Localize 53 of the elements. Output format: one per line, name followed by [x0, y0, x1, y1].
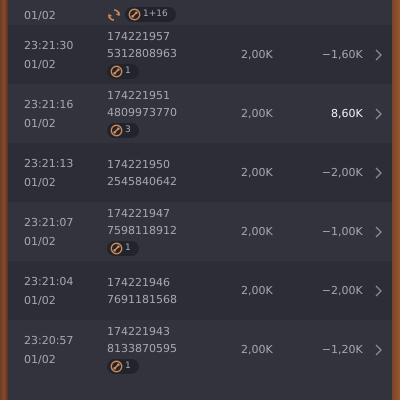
- time-text: 23:21:04: [24, 274, 74, 288]
- ticket-id: 4809973770: [107, 106, 177, 119]
- chevron-icon: [375, 284, 382, 296]
- chevron-icon: [375, 344, 382, 356]
- stake-amount: 2,00K: [241, 107, 273, 120]
- time-text: 23:21:07: [24, 216, 74, 228]
- count-badge: 1+16: [125, 7, 176, 22]
- date-text: 01/02: [24, 176, 56, 188]
- round-id: 174221946: [107, 276, 170, 288]
- stake-amount: 2,00K: [241, 48, 273, 61]
- stake-amount: 2,00K: [241, 166, 273, 179]
- round-id: 174221957: [107, 30, 170, 43]
- bet-row[interactable]: 23:21:07 01/02 174221947 7598118912 1 2,00K −1,00K: [8, 202, 392, 261]
- date-text: 01/02: [24, 234, 56, 248]
- chevron-icon: [375, 48, 382, 60]
- bet-row[interactable]: 01/02 1+16: [8, 0, 392, 25]
- date-text: 01/02: [24, 58, 56, 70]
- ticket-id: 8133870595: [107, 342, 177, 355]
- stake-amount: 2,00K: [241, 284, 273, 297]
- date-text: 01/02: [24, 352, 56, 366]
- time-text: 23:21:16: [24, 98, 74, 110]
- result-amount: 8,60K: [331, 107, 363, 120]
- result-amount: −1,00K: [322, 225, 363, 238]
- round-id: 174221943: [107, 325, 170, 338]
- time-text: 23:21:30: [24, 38, 74, 52]
- ticket-id: 2545840642: [107, 174, 177, 188]
- ticket-id: 7598118912: [107, 224, 177, 237]
- date-text: 01/02: [24, 294, 56, 306]
- bet-row[interactable]: [8, 379, 392, 400]
- result-amount: −2,00K: [322, 166, 363, 179]
- date-text: 01/02: [24, 9, 56, 22]
- stake-amount: 2,00K: [241, 225, 273, 238]
- round-id: 174221950: [107, 158, 170, 170]
- result-amount: −1,20K: [322, 343, 363, 356]
- count-badge: 1: [107, 359, 139, 374]
- bet-row[interactable]: 23:20:57 01/02 174221943 8133870595 1 2,00K −1,20K: [8, 320, 392, 379]
- chevron-icon: [375, 226, 382, 238]
- count-badge: 3: [107, 123, 139, 138]
- chevron-icon: [375, 166, 382, 178]
- count-badge: 1: [107, 241, 139, 256]
- result-amount: −1,60K: [322, 48, 363, 61]
- ticket-id: 7691181568: [107, 292, 177, 306]
- round-id: 174221951: [107, 89, 170, 102]
- chevron-icon: [375, 108, 382, 120]
- bet-row[interactable]: 23:21:16 01/02 174221951 4809973770 3 2,00K 8,60K: [8, 84, 392, 143]
- date-text: 01/02: [24, 116, 56, 130]
- result-amount: −2,00K: [322, 284, 363, 297]
- ticket-id: 5312808963: [107, 47, 177, 60]
- time-text: 23:21:13: [24, 156, 74, 170]
- stake-amount: 2,00K: [241, 343, 273, 356]
- count-badge: 1: [107, 64, 139, 79]
- time-text: 23:20:57: [24, 334, 74, 346]
- round-id: 174221947: [107, 207, 170, 220]
